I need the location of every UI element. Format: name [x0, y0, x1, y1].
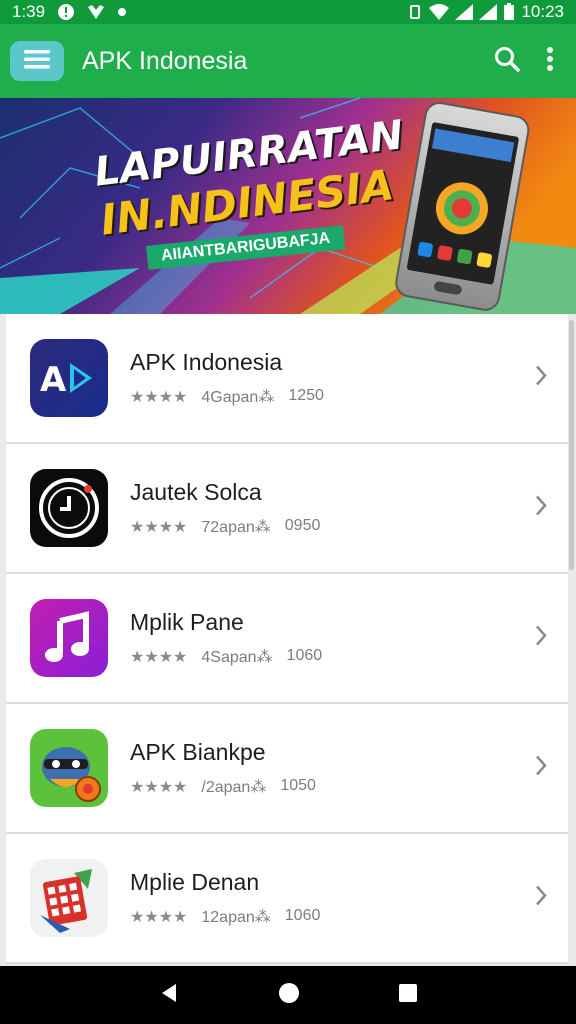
list-item[interactable]: Jautek Solca ★★★★ 72apan⁂ 0950: [6, 444, 568, 574]
status-bar: 1:39 10:23: [0, 0, 576, 24]
signal-icon: [455, 4, 474, 20]
play-icon: A: [30, 339, 108, 417]
wifi-icon: [429, 4, 450, 20]
search-icon: [494, 46, 520, 76]
rating-stars: ★★★★: [130, 389, 188, 406]
back-icon: [158, 983, 180, 1008]
clock-icon: [30, 469, 108, 547]
app-name: APK Indonesia: [130, 349, 283, 375]
chevron-right-icon: [534, 495, 548, 522]
list-item[interactable]: Mplik Pane ★★★★ 4Sapan⁂ 1060: [6, 574, 568, 704]
calendar-icon: [30, 859, 108, 937]
chevron-right-icon: [534, 885, 548, 912]
app-icon-clock: [30, 469, 108, 547]
cartoon-icon: [30, 729, 108, 807]
app-size: 1050: [280, 777, 316, 794]
notification-icon: [57, 3, 75, 21]
home-button[interactable]: [277, 981, 301, 1010]
app-size: 1060: [286, 647, 323, 664]
promo-banner[interactable]: LAPUIRRATAN IN.NDINESIA AIIANTBARIGUBAFJ…: [0, 98, 576, 314]
search-button[interactable]: [494, 46, 520, 77]
download-count: 4Gapan⁂: [201, 389, 275, 406]
download-count: 12apan⁂: [201, 909, 271, 926]
back-button[interactable]: [158, 982, 180, 1009]
menu-icon: [22, 48, 52, 75]
dot-icon: [117, 7, 127, 17]
app-name: Mplik Pane: [130, 609, 244, 635]
recents-button[interactable]: [398, 983, 418, 1008]
chevron-right-icon: [534, 625, 548, 652]
chevron-right-icon: [534, 365, 548, 392]
list-item[interactable]: A APK Indonesia ★★★★ 4Gapan⁂ 1250: [6, 314, 568, 444]
rating-stars: ★★★★: [130, 519, 188, 536]
signal-icon-2: [479, 4, 498, 20]
system-nav-bar: [0, 966, 576, 1024]
scrollbar[interactable]: [569, 320, 574, 570]
svg-text:A: A: [40, 360, 67, 400]
recents-icon: [398, 983, 418, 1007]
overflow-menu-button[interactable]: [546, 46, 554, 77]
app-icon-calendar: [30, 859, 108, 937]
menu-button[interactable]: [10, 41, 64, 81]
list-item[interactable]: APK Biankpe ★★★★ /2apan⁂ 1050: [6, 704, 568, 834]
chevron-right-icon: [534, 755, 548, 782]
rating-stars: ★★★★: [130, 649, 188, 666]
list-item[interactable]: Mplie Denan ★★★★ 12apan⁂ 1060: [6, 834, 568, 964]
status-time-left: 1:39: [12, 2, 46, 21]
app-name: APK Biankpe: [130, 739, 266, 765]
download-count: 4Sapan⁂: [201, 649, 273, 666]
vibrate-icon: [407, 4, 423, 20]
app-icon-music: [30, 599, 108, 677]
app-bar: APK Indonesia: [0, 24, 576, 98]
app-icon-play: A: [30, 339, 108, 417]
app-size: 1250: [288, 387, 324, 404]
rating-stars: ★★★★: [130, 909, 188, 926]
battery-icon: [503, 3, 515, 21]
app-list: A APK Indonesia ★★★★ 4Gapan⁂ 1250 Jautek…: [6, 314, 568, 964]
app-name: Mplie Denan: [130, 869, 260, 895]
download-count: /2apan⁂: [201, 779, 267, 796]
more-vert-icon: [546, 46, 554, 76]
status-time-right: 10:23: [521, 2, 564, 21]
app-size: 0950: [284, 517, 321, 534]
app-icon-cartoon: [30, 729, 108, 807]
download-count: 72apan⁂: [201, 519, 271, 536]
rating-stars: ★★★★: [130, 779, 188, 796]
screen: 1:39 10:23 APK Indonesia LAPUIRRATAN IN.…: [0, 0, 576, 1024]
bird-icon: [87, 4, 105, 20]
app-size: 1060: [284, 907, 321, 924]
app-title: APK Indonesia: [82, 46, 248, 75]
app-name: Jautek Solca: [130, 479, 262, 505]
music-note-icon: [30, 599, 108, 677]
home-icon: [277, 982, 301, 1009]
